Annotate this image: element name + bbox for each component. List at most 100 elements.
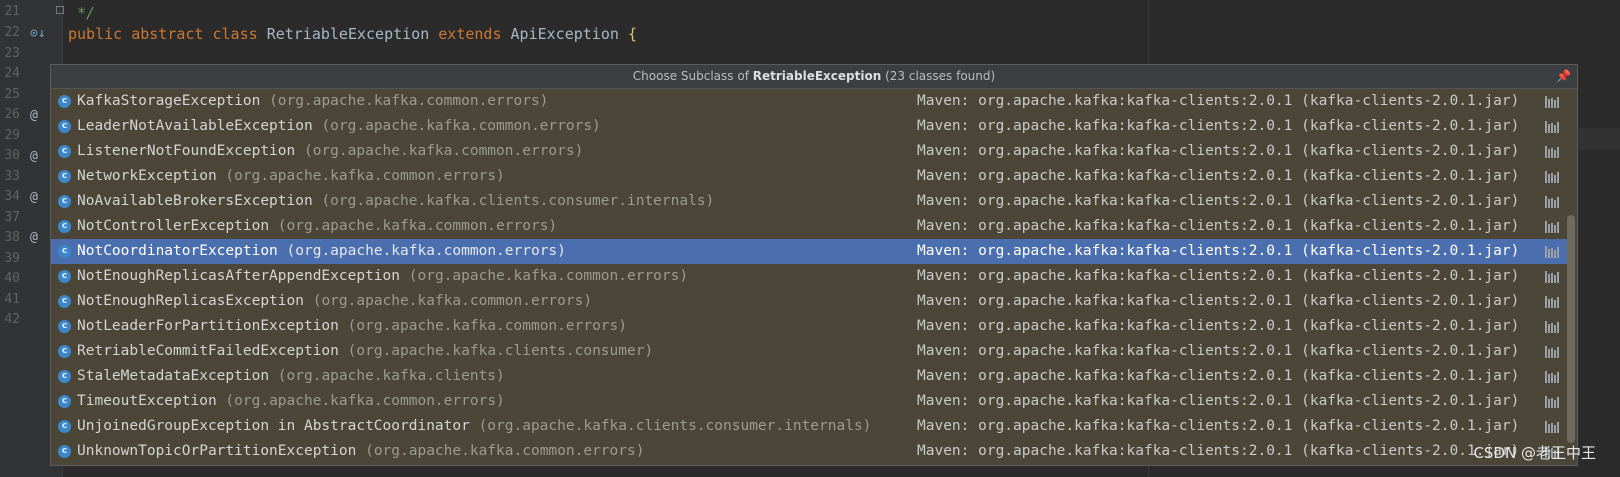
- line-number: 37: [4, 210, 20, 225]
- subclass-name: ListenerNotFoundException: [77, 143, 296, 159]
- library-jar-icon: [1545, 146, 1559, 158]
- subclass-item[interactable]: c ListenerNotFoundException (org.apache.k…: [51, 139, 1567, 164]
- line-number: 25: [4, 87, 20, 102]
- class-icon: c: [58, 295, 71, 308]
- implemented-marker-icon[interactable]: ⊙↓: [30, 26, 46, 42]
- line-number: 21: [4, 4, 20, 19]
- line-number: 38: [4, 230, 20, 245]
- subclass-list[interactable]: c KafkaStorageException (org.apache.kafka…: [51, 89, 1567, 464]
- keyword-modifiers: public abstract class: [68, 25, 258, 43]
- subclass-label: KafkaStorageException (org.apache.kafka.…: [77, 89, 548, 114]
- subclass-name: TimeoutException: [77, 393, 217, 409]
- override-marker-icon[interactable]: @: [30, 230, 38, 246]
- popup-title-count: (23 classes found): [885, 69, 996, 83]
- line-number: 24: [4, 66, 20, 81]
- subclass-item-selected[interactable]: c NotCoordinatorException (org.apache.kaf…: [51, 239, 1567, 264]
- parent-class-name: ApiException: [510, 25, 619, 43]
- subclass-item[interactable]: c NotControllerException (org.apache.kafk…: [51, 214, 1567, 239]
- subclass-label: NotEnoughReplicasException (org.apache.k…: [77, 289, 592, 314]
- choose-subclass-popup[interactable]: Choose Subclass of RetriableException (2…: [50, 64, 1578, 466]
- subclass-label: NotEnoughReplicasAfterAppendException (o…: [77, 264, 688, 289]
- subclass-item[interactable]: c StaleMetadataException (org.apache.kafk…: [51, 364, 1567, 389]
- subclass-library: Maven: org.apache.kafka:kafka-clients:2.…: [917, 268, 1520, 284]
- class-icon: c: [58, 220, 71, 233]
- class-declaration-line[interactable]: public abstract class RetriableException…: [68, 25, 637, 43]
- subclass-label: NetworkException (org.apache.kafka.commo…: [77, 164, 505, 189]
- library-jar-icon: [1545, 171, 1559, 183]
- class-name: RetriableException: [266, 25, 430, 43]
- subclass-label: NotControllerException (org.apache.kafka…: [77, 214, 557, 239]
- subclass-name: StaleMetadataException: [77, 368, 270, 384]
- library-jar-icon: [1545, 321, 1559, 333]
- library-jar-icon: [1545, 221, 1559, 233]
- line-number: 30: [4, 148, 20, 163]
- line-number: 34: [4, 189, 20, 204]
- override-marker-icon[interactable]: @: [30, 108, 38, 124]
- subclass-item[interactable]: c UnjoinedGroupException in AbstractCoord…: [51, 414, 1567, 439]
- popup-title-class: RetriableException: [752, 69, 882, 83]
- subclass-library: Maven: org.apache.kafka:kafka-clients:2.…: [917, 343, 1520, 359]
- library-jar-icon: [1545, 121, 1559, 133]
- subclass-library: Maven: org.apache.kafka:kafka-clients:2.…: [917, 418, 1520, 434]
- subclass-library: Maven: org.apache.kafka:kafka-clients:2.…: [917, 318, 1520, 334]
- class-icon: c: [58, 320, 71, 333]
- line-number: 29: [4, 128, 20, 143]
- list-scrollbar[interactable]: [1567, 215, 1575, 443]
- class-icon: c: [58, 195, 71, 208]
- fold-marker-icon[interactable]: [56, 6, 64, 14]
- line-number: 39: [4, 251, 20, 266]
- line-number: 23: [4, 46, 20, 61]
- library-jar-icon: [1545, 421, 1559, 433]
- subclass-name: NoAvailableBrokersException: [77, 193, 313, 209]
- class-icon: c: [58, 120, 71, 133]
- library-jar-icon: [1545, 296, 1559, 308]
- override-marker-icon[interactable]: @: [30, 190, 38, 206]
- subclass-package: (org.apache.kafka.common.errors): [347, 318, 627, 334]
- line-number: 33: [4, 169, 20, 184]
- line-number: 26: [4, 107, 20, 122]
- subclass-label: RetriableCommitFailedException (org.apac…: [77, 339, 653, 364]
- subclass-label: LeaderNotAvailableException (org.apache.…: [77, 114, 601, 139]
- library-jar-icon: [1545, 96, 1559, 108]
- subclass-item[interactable]: c NotEnoughReplicasException (org.apache.…: [51, 289, 1567, 314]
- class-icon: c: [58, 370, 71, 383]
- subclass-package: (org.apache.kafka.common.errors): [225, 168, 505, 184]
- library-jar-icon: [1545, 396, 1559, 408]
- override-marker-icon[interactable]: @: [30, 149, 38, 165]
- subclass-item[interactable]: c UnknownTopicOrPartitionException (org.a…: [51, 439, 1567, 464]
- library-jar-icon: [1545, 346, 1559, 358]
- pin-icon[interactable]: 📌: [1556, 65, 1571, 88]
- subclass-library: Maven: org.apache.kafka:kafka-clients:2.…: [917, 443, 1520, 459]
- subclass-item[interactable]: c LeaderNotAvailableException (org.apache…: [51, 114, 1567, 139]
- subclass-item[interactable]: c RetriableCommitFailedException (org.apa…: [51, 339, 1567, 364]
- class-icon: c: [58, 420, 71, 433]
- subclass-package: (org.apache.kafka.common.errors): [286, 243, 566, 259]
- library-jar-icon: [1545, 196, 1559, 208]
- subclass-label: ListenerNotFoundException (org.apache.ka…: [77, 139, 583, 164]
- subclass-package: (org.apache.kafka.common.errors): [408, 268, 689, 284]
- subclass-item[interactable]: c NoAvailableBrokersException (org.apache…: [51, 189, 1567, 214]
- line-number: 40: [4, 271, 20, 286]
- subclass-package: (org.apache.kafka.common.errors): [269, 93, 549, 109]
- subclass-name: NotControllerException: [77, 218, 270, 234]
- subclass-item[interactable]: c TimeoutException (org.apache.kafka.comm…: [51, 389, 1567, 414]
- subclass-library: Maven: org.apache.kafka:kafka-clients:2.…: [917, 368, 1520, 384]
- subclass-package: (org.apache.kafka.clients): [277, 368, 505, 384]
- subclass-name: NotLeaderForPartitionException: [77, 318, 339, 334]
- subclass-label: StaleMetadataException (org.apache.kafka…: [77, 364, 505, 389]
- subclass-name: NotEnoughReplicasAfterAppendException: [77, 268, 401, 284]
- subclass-item[interactable]: c NetworkException (org.apache.kafka.comm…: [51, 164, 1567, 189]
- subclass-library: Maven: org.apache.kafka:kafka-clients:2.…: [917, 243, 1520, 259]
- subclass-library: Maven: org.apache.kafka:kafka-clients:2.…: [917, 193, 1520, 209]
- subclass-library: Maven: org.apache.kafka:kafka-clients:2.…: [917, 118, 1520, 134]
- class-icon: c: [58, 345, 71, 358]
- class-icon: c: [58, 95, 71, 108]
- subclass-label: NoAvailableBrokersException (org.apache.…: [77, 189, 714, 214]
- subclass-package: (org.apache.kafka.common.errors): [277, 218, 558, 234]
- subclass-item[interactable]: c NotEnoughReplicasAfterAppendException (…: [51, 264, 1567, 289]
- subclass-item[interactable]: c NotLeaderForPartitionException (org.apa…: [51, 314, 1567, 339]
- subclass-item[interactable]: c KafkaStorageException (org.apache.kafka…: [51, 89, 1567, 114]
- subclass-library: Maven: org.apache.kafka:kafka-clients:2.…: [917, 293, 1520, 309]
- subclass-name: NotCoordinatorException: [77, 243, 278, 259]
- library-jar-icon: [1545, 271, 1559, 283]
